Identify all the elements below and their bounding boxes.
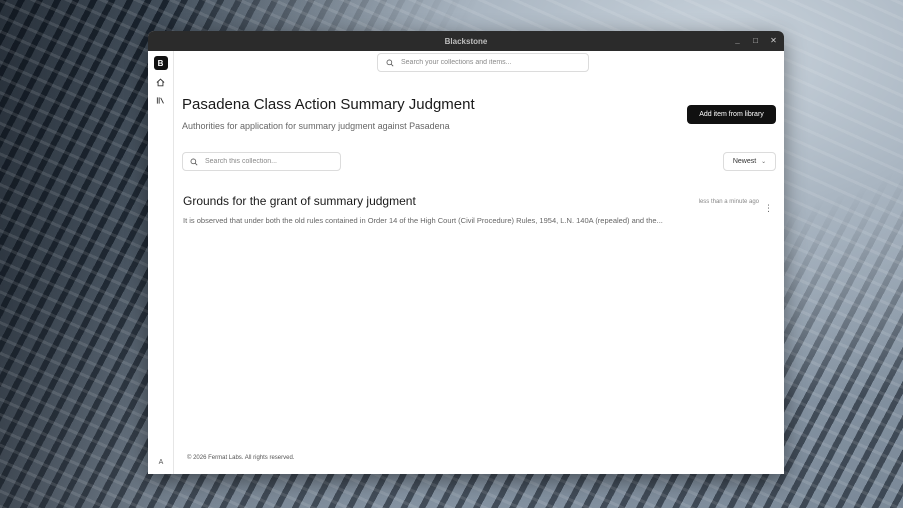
search-icon xyxy=(190,158,198,165)
page-subtitle: Authorities for application for summary … xyxy=(182,121,450,131)
app-logo[interactable]: B xyxy=(153,56,168,70)
item-excerpt: It is observed that under both the old r… xyxy=(183,216,663,225)
sidebar: B A xyxy=(148,51,174,474)
add-item-button[interactable]: Add item from library xyxy=(687,105,776,124)
collection-search-input[interactable] xyxy=(205,158,335,165)
sort-value: Newest xyxy=(732,158,757,165)
home-icon[interactable] xyxy=(155,76,167,88)
sort-dropdown[interactable]: Newest ⌄ xyxy=(723,152,776,171)
library-icon[interactable] xyxy=(155,94,167,106)
global-search-input[interactable] xyxy=(401,59,571,66)
main-content: Pasadena Class Action Summary Judgment A… xyxy=(174,51,784,474)
window-titlebar[interactable]: Blackstone _ □ ✕ xyxy=(148,31,784,51)
page-title: Pasadena Class Action Summary Judgment xyxy=(182,96,475,113)
search-icon xyxy=(386,59,394,66)
collection-search[interactable] xyxy=(182,152,341,171)
maximize-button[interactable]: □ xyxy=(751,31,760,51)
item-title[interactable]: Grounds for the grant of summary judgmen… xyxy=(183,194,416,208)
chevron-down-icon: ⌄ xyxy=(761,159,767,165)
window-controls: _ □ ✕ xyxy=(733,31,778,51)
global-search[interactable] xyxy=(377,53,589,72)
minimize-button[interactable]: _ xyxy=(733,31,742,51)
close-button[interactable]: ✕ xyxy=(769,31,778,51)
more-options-icon[interactable]: ⋮ xyxy=(764,204,773,213)
item-timestamp: less than a minute ago xyxy=(698,199,759,205)
app-window: Blackstone _ □ ✕ B A Pasadena Class Acti… xyxy=(148,31,784,474)
window-title: Blackstone xyxy=(444,36,488,46)
avatar[interactable]: A xyxy=(148,459,174,466)
app-body: B A Pasadena Class Action Summary Judgme… xyxy=(148,51,784,474)
list-item[interactable]: Grounds for the grant of summary judgmen… xyxy=(183,191,776,233)
footer-copyright: © 2026 Fermat Labs. All rights reserved. xyxy=(187,455,295,461)
